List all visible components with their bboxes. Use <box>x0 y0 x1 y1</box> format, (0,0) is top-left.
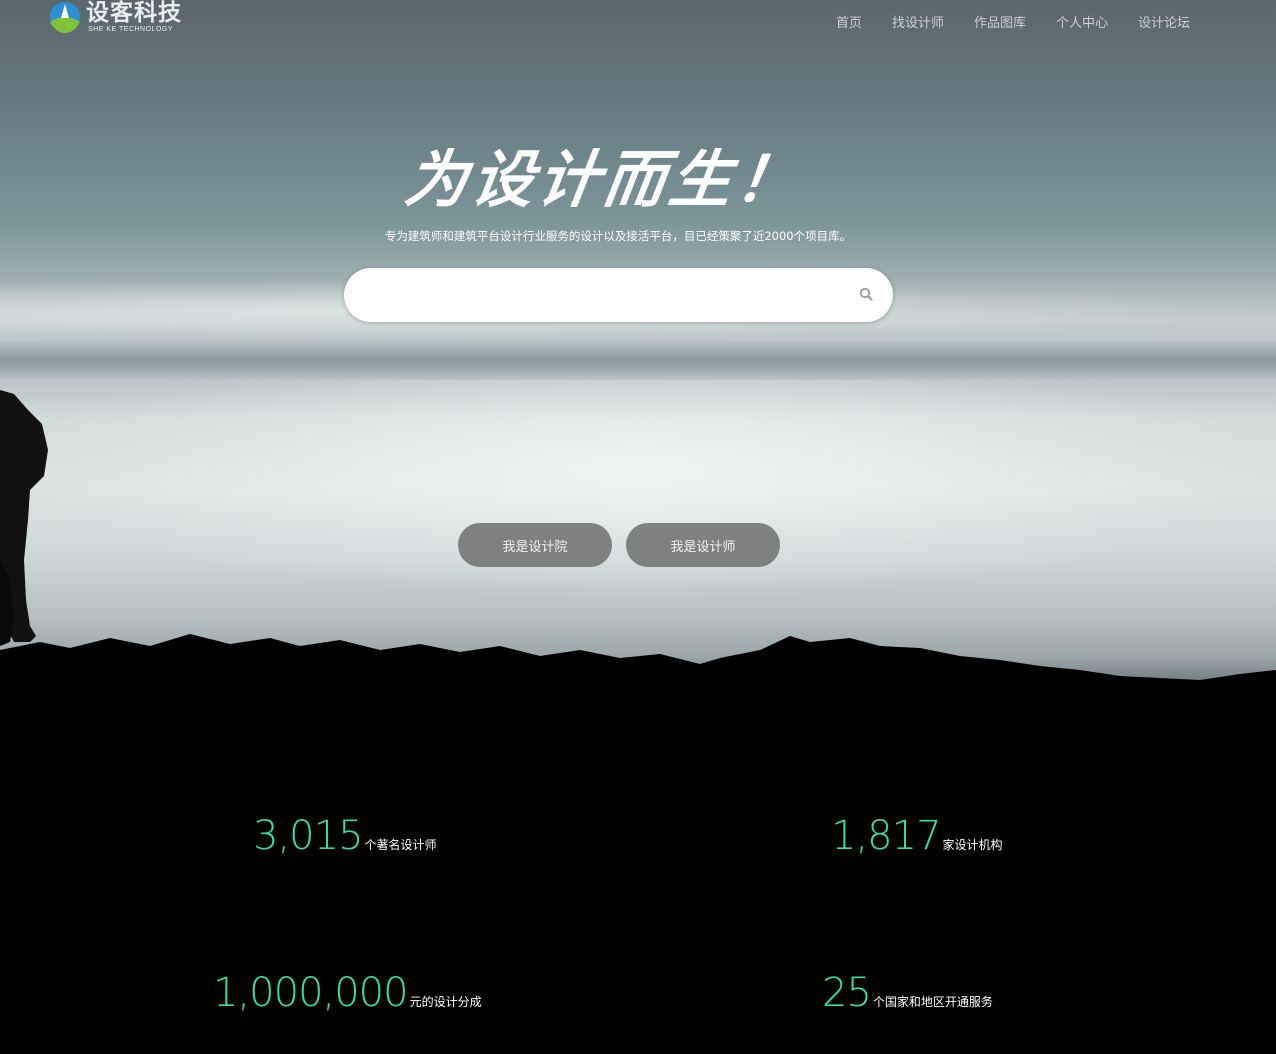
stat-revenue-share: 1,000,000 元的设计分成 <box>213 972 482 1014</box>
top-navigation: 设客科技 SHE KE TECHNOLOGY 首页 找设计师 作品图库 个人中心… <box>0 0 1276 44</box>
nav-item-find-designer[interactable]: 找设计师 <box>892 12 944 31</box>
logo-text: 设客科技 SHE KE TECHNOLOGY <box>86 0 182 34</box>
stat-institutions: 1,817 家设计机构 <box>831 815 1003 857</box>
designer-button[interactable]: 我是设计师 <box>626 523 780 567</box>
hero-slogan: 为设计而生！ <box>401 143 807 216</box>
search-input[interactable] <box>368 280 838 310</box>
site-logo[interactable]: 设客科技 SHE KE TECHNOLOGY <box>48 0 182 34</box>
stat-label: 个著名设计师 <box>364 838 437 852</box>
cloud-shadow <box>0 340 1276 380</box>
mountain-silhouette <box>0 634 1276 700</box>
search-icon[interactable] <box>858 286 874 302</box>
slogan-text: 为设计而生！ <box>401 143 807 216</box>
hiker-silhouette <box>0 390 48 646</box>
logo-tagline: SHE KE TECHNOLOGY <box>88 26 174 33</box>
logo-icon <box>50 2 80 33</box>
stat-value: 1,000,000 <box>213 970 409 1016</box>
nav-item-gallery[interactable]: 作品图库 <box>974 12 1026 31</box>
search-bar <box>344 268 893 322</box>
cloud-layer <box>0 380 1276 600</box>
nav-item-profile[interactable]: 个人中心 <box>1056 12 1108 31</box>
main-nav: 首页 找设计师 作品图库 个人中心 设计论坛 <box>836 12 1190 31</box>
nav-item-home[interactable]: 首页 <box>836 12 862 31</box>
stat-countries: 25 个国家和地区开通服务 <box>822 972 993 1014</box>
institute-button[interactable]: 我是设计院 <box>458 523 612 567</box>
stat-label: 家设计机构 <box>942 838 1003 852</box>
stat-label: 个国家和地区开通服务 <box>872 995 993 1009</box>
stat-value: 3,015 <box>253 813 364 859</box>
stat-label: 元的设计分成 <box>409 995 482 1009</box>
stat-designers: 3,015 个著名设计师 <box>253 815 437 857</box>
stat-value: 1,817 <box>831 813 942 859</box>
logo-name: 设客科技 <box>86 0 182 26</box>
hero-background <box>0 0 1276 700</box>
hero-subtitle: 专为建筑师和建筑平台设计行业服务的设计以及接活平台，目已经策聚了近2000个项目… <box>384 229 852 243</box>
nav-item-forum[interactable]: 设计论坛 <box>1138 12 1190 31</box>
stat-value: 25 <box>822 970 872 1016</box>
